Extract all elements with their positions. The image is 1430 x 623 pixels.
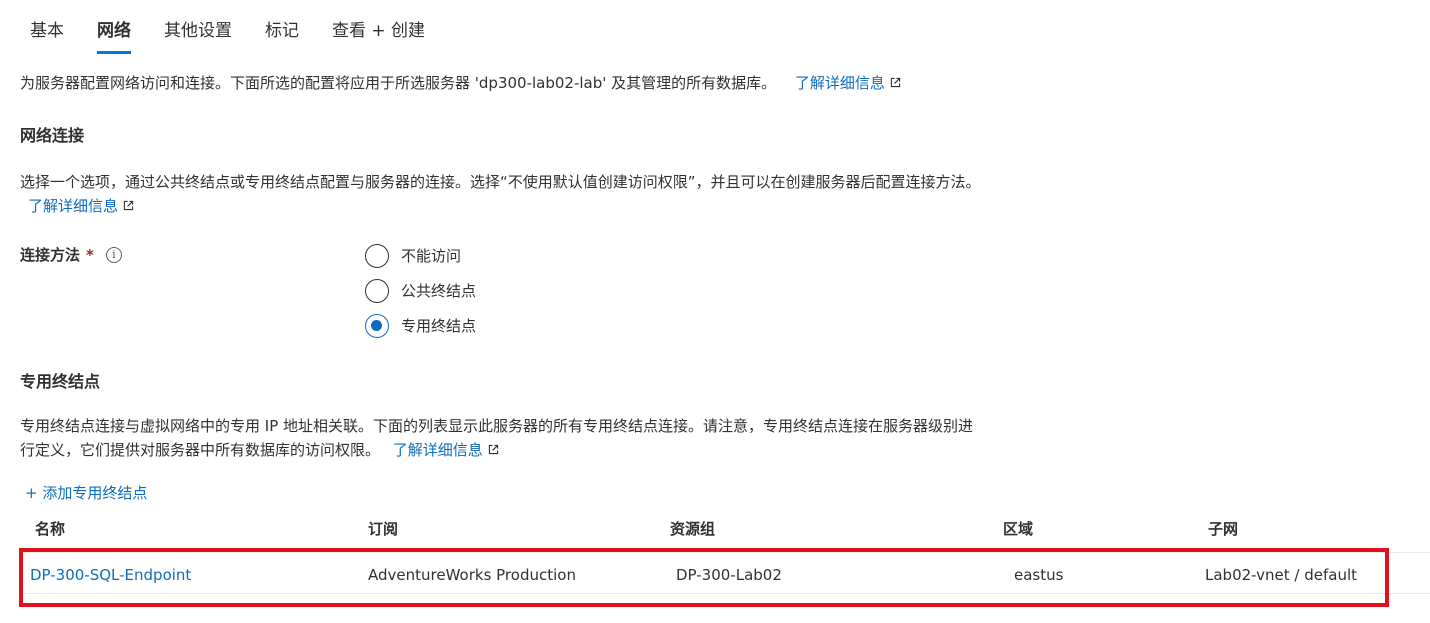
intro-learn-more-label: 了解详细信息 <box>794 74 885 92</box>
endpoint-resource-group: DP-300-Lab02 <box>676 566 782 584</box>
column-header-name: 名称 <box>35 520 66 538</box>
radio-label-private-endpoint: 专用终结点 <box>401 317 477 335</box>
endpoint-subnet: Lab02-vnet / default <box>1205 566 1358 584</box>
info-icon[interactable]: i <box>105 246 122 263</box>
table-row[interactable]: DP-300-SQL-Endpoint AdventureWorks Produ… <box>0 553 1430 597</box>
column-header-region: 区域 <box>1003 520 1034 538</box>
tab-review-create[interactable]: 查看 + 创建 <box>332 18 425 54</box>
column-header-subnet: 子网 <box>1208 520 1239 538</box>
external-link-icon <box>488 444 498 455</box>
endpoint-subscription: AdventureWorks Production <box>368 566 576 584</box>
tab-additional-settings[interactable]: 其他设置 <box>164 18 232 54</box>
add-private-endpoint-button[interactable]: + 添加专用终结点 <box>25 482 147 503</box>
connectivity-method-label: 连接方法 * i <box>20 244 122 265</box>
radio-no-access[interactable]: 不能访问 <box>365 238 476 273</box>
intro-text: 为服务器配置网络访问和连接。下面所选的配置将应用于所选服务器 'dp300-la… <box>20 72 902 93</box>
radio-button-private-endpoint[interactable] <box>365 313 389 338</box>
radio-button-no-access[interactable] <box>365 243 389 268</box>
external-link-icon <box>123 200 134 211</box>
external-link-icon <box>890 77 901 88</box>
intro-learn-more-link[interactable]: 了解详细信息 <box>795 74 902 92</box>
private-endpoints-description: 专用终结点连接与虚拟网络中的专用 IP 地址相关联。下面的列表显示此服务器的所有… <box>20 414 980 462</box>
radio-button-public-endpoint[interactable] <box>365 278 389 303</box>
radio-public-endpoint[interactable]: 公共终结点 <box>365 273 476 308</box>
endpoint-region: eastus <box>1014 566 1064 584</box>
required-asterisk: * <box>86 245 94 264</box>
intro-description: 为服务器配置网络访问和连接。下面所选的配置将应用于所选服务器 'dp300-la… <box>20 74 777 92</box>
network-desc-text: 选择一个选项，通过公共终结点或专用终结点配置与服务器的连接。选择“不使用默认值创… <box>20 173 981 191</box>
table-divider <box>20 593 1430 594</box>
tab-networking[interactable]: 网络 <box>97 18 131 54</box>
connectivity-method-radio-group: 不能访问 公共终结点 专用终结点 <box>365 238 476 343</box>
radio-private-endpoint[interactable]: 专用终结点 <box>365 308 476 343</box>
tab-tags[interactable]: 标记 <box>265 18 299 54</box>
connectivity-method-text: 连接方法 <box>20 246 81 264</box>
tab-bar: 基本 网络 其他设置 标记 查看 + 创建 <box>30 18 458 54</box>
private-endpoint-learn-more-label: 了解详细信息 <box>392 441 483 459</box>
network-connectivity-title: 网络连接 <box>20 126 85 145</box>
table-header: 名称 订阅 资源组 区域 子网 <box>0 513 1430 543</box>
network-connectivity-description: 选择一个选项，通过公共终结点或专用终结点配置与服务器的连接。选择“不使用默认值创… <box>20 170 1000 218</box>
column-header-resource-group: 资源组 <box>670 520 716 538</box>
private-endpoint-learn-more-link[interactable]: 了解详细信息 <box>393 441 500 459</box>
network-learn-more-label: 了解详细信息 <box>28 197 119 215</box>
network-learn-more-link[interactable]: 了解详细信息 <box>28 197 135 215</box>
tab-basics[interactable]: 基本 <box>30 18 64 54</box>
radio-label-public-endpoint: 公共终结点 <box>401 282 477 300</box>
radio-label-no-access: 不能访问 <box>401 247 462 265</box>
endpoint-name-link[interactable]: DP-300-SQL-Endpoint <box>30 566 191 584</box>
column-header-subscription: 订阅 <box>368 520 399 538</box>
private-endpoints-title: 专用终结点 <box>20 372 101 391</box>
